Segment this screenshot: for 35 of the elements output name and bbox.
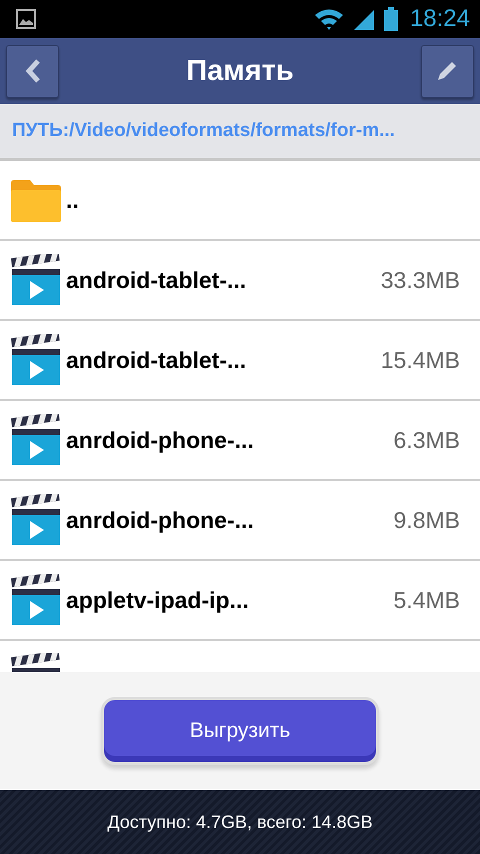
upload-button[interactable]: Выгрузить: [101, 697, 379, 765]
file-name: anrdoid-phone-...: [66, 506, 255, 534]
file-row[interactable]: android-tablet-... 15.4MB: [0, 321, 480, 401]
file-name: android-tablet-...: [66, 346, 248, 374]
video-icon: [10, 494, 62, 546]
battery-icon: [384, 7, 398, 31]
file-row[interactable]: appletv-ipad-ip... 5.4MB: [0, 561, 480, 641]
video-icon: [10, 414, 62, 466]
file-size: 33.3MB: [380, 266, 460, 294]
screen-title: Память: [186, 54, 294, 88]
file-size: 5.4MB: [394, 586, 460, 614]
back-button[interactable]: [6, 44, 59, 98]
file-name: ..: [66, 186, 80, 214]
file-size: 9.8MB: [394, 506, 460, 534]
image-icon: [16, 9, 36, 29]
file-row[interactable]: anrdoid-phone-... 9.8MB: [0, 481, 480, 561]
chevron-left-icon: [24, 58, 42, 84]
file-row[interactable]: android-tablet-... 33.3MB: [0, 241, 480, 321]
signal-icon: [352, 8, 376, 30]
file-row[interactable]: ..: [0, 161, 480, 241]
edit-button[interactable]: [420, 44, 474, 98]
file-name: anrdoid-phone-...: [66, 426, 255, 454]
file-size: 6.3MB: [394, 426, 460, 454]
storage-info: Доступно: 4.7GB, всего: 14.8GB: [107, 812, 373, 832]
path-label: ПУТЬ:/Video/videoformats/formats/for-m...: [12, 120, 395, 142]
wifi-icon: [314, 8, 344, 30]
video-icon: [10, 574, 62, 626]
clock: 18:24: [410, 5, 470, 33]
video-icon: [10, 334, 62, 386]
file-size: 15.4MB: [380, 346, 460, 374]
file-name: android-tablet-...: [66, 266, 248, 294]
file-row[interactable]: anrdoid-phone-... 6.3MB: [0, 401, 480, 481]
folder-icon: [10, 177, 62, 223]
file-name: appletv-ipad-ip...: [66, 586, 250, 614]
video-icon: [10, 254, 62, 306]
